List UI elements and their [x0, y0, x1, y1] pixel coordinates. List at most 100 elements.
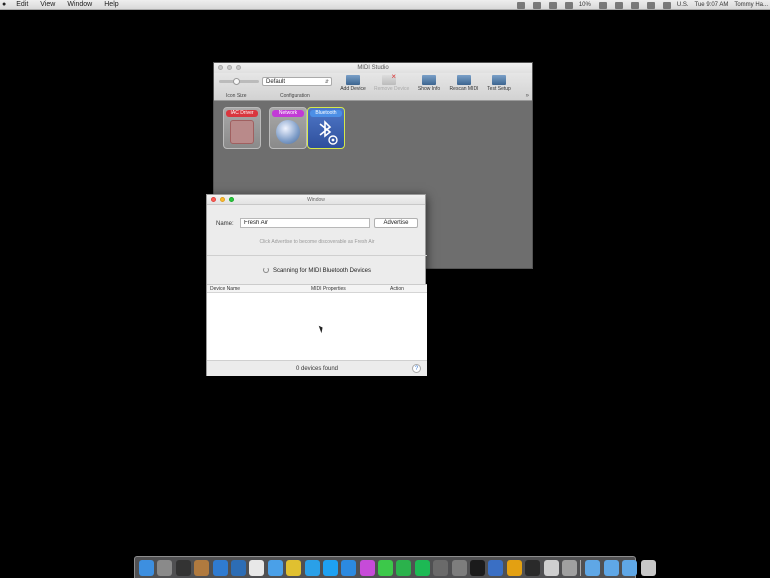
mail-icon[interactable] [267, 559, 283, 576]
bluetooth-icon [319, 120, 338, 145]
clock[interactable]: Tue 9:07 AM [695, 2, 729, 8]
device-network[interactable]: Network [269, 107, 307, 149]
devices-table-body [207, 293, 427, 361]
name-input[interactable] [240, 218, 370, 228]
finder-icon[interactable] [139, 559, 154, 576]
remove-device-label: Remove Device [374, 86, 410, 92]
test-setup-button[interactable]: Test Setup [484, 75, 514, 93]
bluetooth-window-footer: 0 devices found ? [207, 360, 427, 376]
folder-applications-icon[interactable] [585, 559, 601, 576]
slider-knob[interactable] [233, 78, 240, 85]
midi-studio-toolbar: Icon Size Default ⇵ Configuration Add De… [214, 72, 532, 101]
battery-percent: 10% [578, 2, 591, 8]
garageband-icon[interactable] [506, 559, 522, 576]
spotify-icon[interactable] [414, 559, 430, 576]
dropbox-icon[interactable] [516, 1, 525, 9]
menu-extra-icon[interactable] [548, 1, 557, 9]
minimize-button[interactable] [227, 65, 232, 70]
show-info-button[interactable]: Show Info [414, 75, 444, 93]
midi-icon[interactable] [433, 559, 449, 576]
show-info-icon [422, 75, 436, 85]
bluetooth-status-icon[interactable] [598, 1, 607, 9]
flag-icon[interactable] [662, 1, 671, 9]
window-controls [211, 197, 238, 202]
iac-driver-icon [230, 120, 254, 144]
minimize-button[interactable] [220, 197, 225, 202]
device-label: Network [272, 110, 304, 117]
column-midi-properties[interactable]: MIDI Properties [311, 285, 346, 293]
user-name[interactable]: Tommy Ha... [734, 2, 768, 8]
input-source[interactable]: U.S. [677, 2, 689, 8]
contacts-icon[interactable] [194, 559, 210, 576]
test-setup-icon [492, 75, 506, 85]
close-button[interactable] [211, 197, 216, 202]
close-button[interactable] [218, 65, 223, 70]
toolbar-overflow-button[interactable]: » [526, 93, 529, 99]
apple-menu-icon[interactable]: ● [2, 0, 6, 10]
devices-found-count: 0 devices found [295, 366, 339, 372]
xcode-icon[interactable] [230, 559, 246, 576]
menu-bar: ● Edit View Window Help 10% U.S. Tue 9:0… [0, 0, 770, 10]
midi-studio-titlebar[interactable]: MIDI Studio [214, 63, 532, 73]
battery-icon[interactable] [564, 1, 573, 9]
devices-table-header: Device Name MIDI Properties Action [207, 285, 427, 293]
calendar-icon[interactable] [249, 559, 265, 576]
facetime-icon[interactable] [396, 559, 412, 576]
dock-separator [580, 559, 582, 576]
remove-device-button[interactable]: Remove Device [374, 72, 410, 93]
logic-icon[interactable] [525, 559, 541, 576]
device-bluetooth[interactable]: Bluetooth [307, 107, 345, 149]
devices-table[interactable]: Device Name MIDI Properties Action [207, 284, 427, 360]
chevron-updown-icon: ⇵ [324, 79, 329, 85]
spinner-icon [262, 267, 269, 273]
configuration-select[interactable]: Default ⇵ [262, 77, 332, 86]
system-preferences-icon[interactable] [451, 559, 467, 576]
menu-edit[interactable]: Edit [16, 0, 28, 10]
window-controls [218, 65, 245, 70]
instruments-icon[interactable] [488, 559, 504, 576]
app-store-icon[interactable] [341, 559, 357, 576]
itunes-icon[interactable] [359, 559, 375, 576]
network-globe-icon [276, 120, 300, 144]
scanning-status: Scanning for MIDI Bluetooth Devices [207, 267, 427, 274]
skype-icon[interactable] [304, 559, 320, 576]
piano-icon[interactable] [543, 559, 559, 576]
rescan-midi-button[interactable]: Rescan MIDI [449, 75, 479, 93]
icon-size-slider[interactable] [219, 78, 259, 85]
advertise-hint: Click Advertise to become discoverable a… [259, 239, 375, 245]
bluetooth-window-title: Window [307, 197, 325, 203]
zoom-button[interactable] [236, 65, 241, 70]
column-device-name[interactable]: Device Name [210, 285, 240, 293]
safari-icon[interactable] [212, 559, 228, 576]
status-app-icon[interactable] [532, 1, 541, 9]
bluetooth-window-titlebar[interactable]: Window [207, 195, 425, 205]
help-button[interactable]: ? [412, 364, 421, 373]
launchpad-icon[interactable] [157, 559, 173, 576]
column-action[interactable]: Action [390, 285, 404, 293]
zoom-button[interactable] [229, 197, 234, 202]
terminal-icon[interactable] [470, 559, 486, 576]
chrome-icon[interactable] [286, 559, 302, 576]
music-stand-icon[interactable] [561, 559, 577, 576]
volume-icon[interactable] [630, 1, 639, 9]
menu-window[interactable]: Window [67, 0, 92, 10]
rescan-midi-label: Rescan MIDI [449, 86, 479, 92]
downloads-icon[interactable] [622, 559, 638, 576]
divider [207, 255, 427, 256]
device-iac-driver[interactable]: IAC Driver [223, 107, 261, 149]
messages-icon[interactable] [378, 559, 394, 576]
trash-icon[interactable] [640, 559, 656, 576]
icon-size-label: Icon Size [226, 93, 247, 99]
folder-documents-icon[interactable] [603, 559, 619, 576]
dock [134, 556, 656, 578]
add-device-button[interactable]: Add Device [338, 75, 368, 93]
wifi-icon[interactable] [614, 1, 623, 9]
mission-control-icon[interactable] [175, 559, 191, 576]
advertise-button[interactable]: Advertise [374, 218, 418, 228]
remove-device-icon [382, 72, 396, 85]
twitter-icon[interactable] [322, 559, 338, 576]
battery-status-icon[interactable] [646, 1, 655, 9]
menu-help[interactable]: Help [104, 0, 118, 10]
menu-view[interactable]: View [40, 0, 55, 10]
configuration-value: Default [266, 79, 286, 85]
